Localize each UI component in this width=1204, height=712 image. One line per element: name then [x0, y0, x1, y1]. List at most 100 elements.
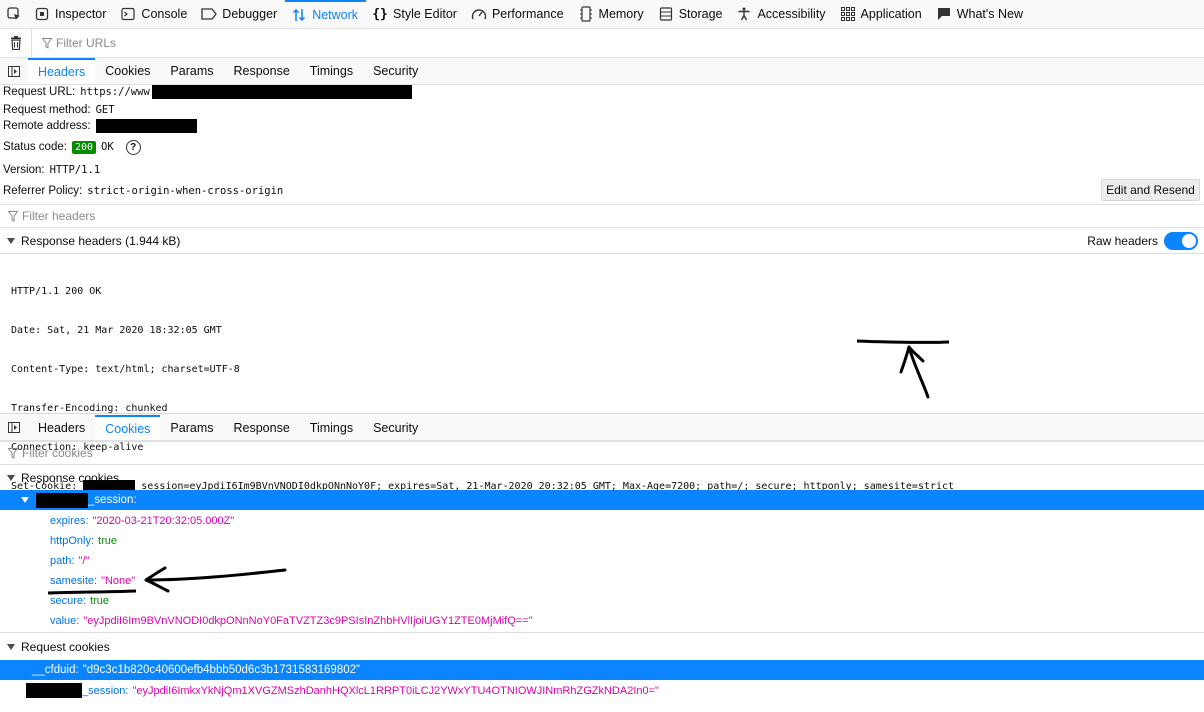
request-method-label: Request method: [3, 103, 91, 116]
filter-cookies-bar [0, 441, 1204, 465]
raw-headers-toggle[interactable]: Raw headers [1087, 232, 1198, 250]
cookie-prop-httponly[interactable]: httpOnly: true [50, 534, 117, 548]
remote-address-row: Remote address: [3, 118, 197, 133]
request-session-value: "eyJpdiI6ImkxYkNjQm1XVGZMSzhDanhHQXlcL1R… [132, 684, 659, 697]
tab-label: Performance [491, 7, 564, 21]
tab-response[interactable]: Response [224, 58, 300, 84]
request-method-value: GET [95, 103, 115, 116]
tab-timings[interactable]: Timings [300, 415, 363, 440]
collapse-arrow-icon[interactable] [7, 475, 15, 481]
tab-response[interactable]: Response [224, 415, 300, 440]
version-value: HTTP/1.1 [49, 163, 101, 176]
cfduid-value: "d9c3c1b820c40600efb4bbb50d6c3b173158316… [82, 664, 361, 676]
referrer-policy-value: strict-origin-when-cross-origin [87, 184, 284, 197]
referrer-policy-row: Referrer Policy: strict-origin-when-cros… [3, 184, 283, 197]
prop-key: secure: [50, 595, 87, 607]
tab-accessibility[interactable]: Accessibility [730, 0, 833, 29]
tab-params[interactable]: Params [160, 415, 223, 440]
panel-divider [0, 413, 1204, 414]
response-cookies-header[interactable]: Response cookies [0, 466, 1204, 490]
tab-label: Console [141, 7, 188, 21]
headers-panel-tabs: Headers Cookies Params Response Timings Secur… [0, 58, 1204, 85]
tab-cookies[interactable]: Cookies [95, 58, 160, 84]
prop-value: "None" [101, 575, 136, 587]
request-url-label: Request URL: [3, 86, 76, 98]
tab-params[interactable]: Params [160, 58, 223, 84]
filter-cookies-input[interactable] [22, 446, 422, 460]
section-divider [0, 632, 1204, 633]
request-method-row: Request method: GET [3, 103, 115, 116]
referrer-policy-label: Referrer Policy: [3, 184, 83, 197]
cookie-prop-expires[interactable]: expires: "2020-03-21T20:32:05.000Z" [50, 514, 234, 528]
devtools-toolbar: Inspector Console Debugger Network {} Style E… [0, 0, 1204, 29]
arrow-left-mark [144, 566, 287, 593]
session-cookie-row[interactable]: _session: [0, 490, 1204, 510]
tab-headers[interactable]: Headers [28, 415, 95, 440]
tab-cookies[interactable]: Cookies [95, 415, 161, 440]
tab-network[interactable]: Network [285, 0, 367, 29]
gauge-icon [471, 6, 487, 22]
filter-urls-input[interactable] [56, 36, 456, 50]
tab-label: Style Editor [393, 7, 457, 21]
trash-icon[interactable] [0, 28, 32, 58]
redacted-block [151, 85, 412, 99]
request-cookies-title: Request cookies [21, 640, 110, 654]
status-code-row: Status code: 200 OK ? [3, 139, 141, 155]
request-url-value[interactable]: https://www [80, 86, 150, 98]
redacted-block [36, 492, 88, 508]
collapse-arrow-icon[interactable] [21, 497, 29, 503]
tab-label: Storage [678, 7, 723, 21]
tab-what-s-new[interactable]: What's New [930, 0, 1031, 29]
funnel-icon [8, 447, 18, 459]
braces-icon: {} [372, 6, 388, 22]
tab-inspector[interactable]: Inspector [28, 0, 114, 29]
element-picker-icon[interactable] [0, 0, 28, 29]
tab-label: Inspector [55, 7, 107, 21]
request-session-cookie-row[interactable]: _session: "eyJpdiI6ImkxYkNjQm1XVGZMSzhDa… [26, 683, 659, 698]
tab-label: Network [312, 8, 359, 22]
prop-value: true [98, 535, 117, 547]
tab-memory[interactable]: Memory [572, 0, 652, 29]
cfduid-cookie-row[interactable]: __cfduid: "d9c3c1b820c40600efb4bbb50d6c3… [0, 660, 1204, 680]
redacted-block [26, 683, 82, 698]
raw-headers-switch[interactable] [1164, 232, 1198, 250]
tab-style-editor[interactable]: {} Style Editor [366, 0, 465, 29]
tab-headers[interactable]: Headers [28, 58, 96, 84]
status-code-label: Status code: [3, 141, 67, 153]
response-headers-header[interactable]: Response headers (1.944 kB) Raw headers [0, 229, 1204, 254]
whats-new-icon [936, 6, 952, 22]
tab-security[interactable]: Security [363, 58, 428, 84]
session-cookie-label: _session: [88, 494, 137, 506]
tab-application[interactable]: Application [834, 0, 930, 29]
cookie-prop-value[interactable]: value: "eyJpdiI6Im9BVnVNODI0dkpONnNoY0FaT… [50, 614, 533, 628]
panel-toggle-icon[interactable] [0, 58, 28, 84]
tab-timings[interactable]: Timings [300, 58, 363, 84]
cookie-prop-path[interactable]: path: "/" [50, 554, 89, 568]
cookie-prop-secure[interactable]: secure: true [50, 594, 109, 608]
prop-value: true [90, 595, 110, 607]
cookie-prop-samesite[interactable]: samesite: "None" [50, 574, 135, 588]
tab-performance[interactable]: Performance [465, 0, 572, 29]
tab-storage[interactable]: Storage [652, 0, 731, 29]
edit-and-resend-button[interactable]: Edit and Resend [1101, 179, 1200, 201]
collapse-arrow-icon[interactable] [7, 238, 15, 244]
redacted-block [95, 118, 197, 133]
funnel-icon [42, 37, 52, 49]
cookies-panel-tabs: Headers Cookies Params Response Timings Secur… [0, 415, 1204, 441]
help-icon[interactable]: ? [125, 139, 141, 155]
prop-key: path: [50, 555, 75, 567]
network-filter-bar [0, 28, 1204, 58]
collapse-arrow-icon[interactable] [7, 644, 15, 650]
request-cookies-header[interactable]: Request cookies [0, 636, 1204, 658]
panel-toggle-icon[interactable] [0, 415, 28, 440]
filter-headers-input[interactable] [22, 209, 422, 223]
funnel-icon [8, 210, 18, 222]
prop-value: "2020-03-21T20:32:05.000Z" [92, 515, 235, 527]
prop-value: "/" [78, 555, 90, 567]
raw-header-line: Date: Sat, 21 Mar 2020 18:32:05 GMT [11, 325, 222, 336]
prop-key: expires: [50, 515, 89, 527]
tab-debugger[interactable]: Debugger [195, 0, 285, 29]
tab-console[interactable]: Console [114, 0, 195, 29]
tab-security[interactable]: Security [363, 415, 428, 440]
status-text: OK [101, 141, 114, 153]
